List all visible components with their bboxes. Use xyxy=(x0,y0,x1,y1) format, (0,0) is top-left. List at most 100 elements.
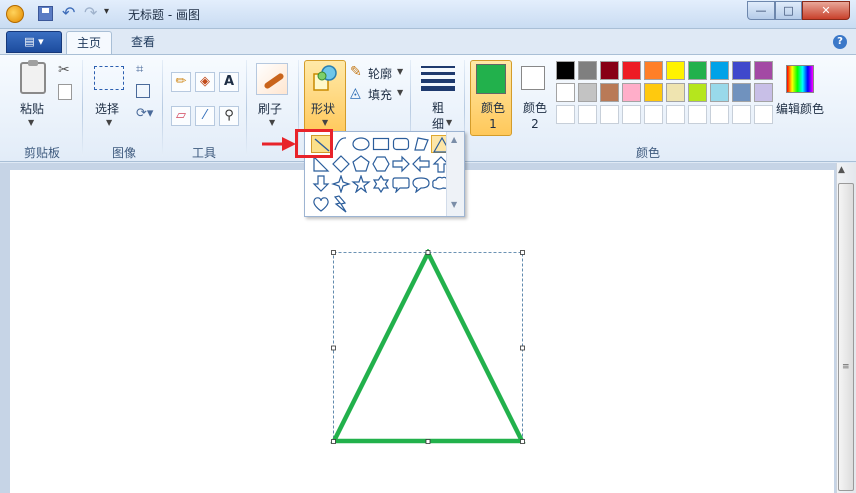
edit-colors-icon[interactable] xyxy=(786,65,814,93)
pencil-icon[interactable]: ✏ xyxy=(171,72,191,92)
select-dropdown-icon[interactable]: ▼ xyxy=(106,118,112,127)
shape-down-arrow-icon[interactable] xyxy=(311,175,331,193)
brush-button-label[interactable]: 刷子 xyxy=(258,100,282,117)
palette-swatch[interactable] xyxy=(644,105,663,124)
palette-swatch[interactable] xyxy=(644,61,663,80)
undo-icon[interactable]: ↶ xyxy=(62,3,75,22)
shape-hexagon-icon[interactable] xyxy=(371,155,391,173)
palette-swatch[interactable] xyxy=(600,83,619,102)
maximize-button[interactable]: □ xyxy=(775,1,802,20)
shape-left-arrow-icon[interactable] xyxy=(411,155,431,173)
select-icon[interactable] xyxy=(94,66,124,90)
outline-button-label[interactable]: 轮廓 xyxy=(368,65,392,82)
shape-heart-icon[interactable] xyxy=(311,195,331,213)
outline-dropdown-icon[interactable]: ▼ xyxy=(397,67,403,76)
brush-icon[interactable] xyxy=(256,63,288,95)
palette-swatch[interactable] xyxy=(688,61,707,80)
palette-swatch[interactable] xyxy=(622,61,641,80)
palette-swatch[interactable] xyxy=(556,105,575,124)
save-icon[interactable] xyxy=(38,6,53,21)
shape-rectangle-icon[interactable] xyxy=(371,135,391,153)
fill-icon[interactable]: ◬ xyxy=(350,85,361,101)
gallery-scroll-up-icon[interactable]: ▲ xyxy=(451,135,457,144)
size-button-label[interactable]: 粗细 xyxy=(430,100,446,132)
palette-swatch[interactable] xyxy=(754,83,773,102)
magnifier-icon[interactable]: ⚲ xyxy=(219,106,239,126)
palette-swatch[interactable] xyxy=(688,83,707,102)
tab-view[interactable]: 查看 xyxy=(120,31,166,53)
palette-swatch[interactable] xyxy=(710,83,729,102)
close-button[interactable]: ✕ xyxy=(802,1,850,20)
palette-swatch[interactable] xyxy=(732,61,751,80)
shape-right-arrow-icon[interactable] xyxy=(391,155,411,173)
palette-swatch[interactable] xyxy=(622,105,641,124)
redo-icon[interactable]: ↷ xyxy=(84,3,97,22)
shape-pentagon-icon[interactable] xyxy=(351,155,371,173)
shape-rounded-callout-icon[interactable] xyxy=(391,175,411,193)
shapes-dropdown-icon[interactable]: ▼ xyxy=(322,118,328,127)
palette-swatch[interactable] xyxy=(600,61,619,80)
shapes-button-label[interactable]: 形状 xyxy=(311,100,335,117)
paste-icon[interactable] xyxy=(20,60,46,94)
palette-swatch[interactable] xyxy=(666,83,685,102)
shape-rounded-rectangle-icon[interactable] xyxy=(391,135,411,153)
color2-label[interactable]: 颜色 2 xyxy=(520,100,550,132)
palette-swatch[interactable] xyxy=(600,105,619,124)
fill-bucket-icon[interactable]: ◈ xyxy=(195,72,215,92)
palette-swatch[interactable] xyxy=(644,83,663,102)
palette-swatch[interactable] xyxy=(578,105,597,124)
rotate-icon[interactable]: ⟳▾ xyxy=(136,106,153,121)
copy-icon[interactable] xyxy=(58,84,72,100)
text-tool-icon[interactable]: A xyxy=(219,72,239,92)
shape-diamond-icon[interactable] xyxy=(331,155,351,173)
color2-swatch[interactable] xyxy=(521,66,545,90)
palette-swatch[interactable] xyxy=(556,83,575,102)
color-picker-icon[interactable]: ⁄ xyxy=(195,106,215,126)
shape-five-point-star-icon[interactable] xyxy=(351,175,371,193)
minimize-button[interactable]: — xyxy=(747,1,775,20)
gallery-scrollbar[interactable]: ▲ ▼ xyxy=(446,132,464,216)
gallery-scroll-down-icon[interactable]: ▼ xyxy=(451,200,457,209)
shape-lightning-icon[interactable] xyxy=(331,195,351,213)
palette-swatch[interactable] xyxy=(732,105,751,124)
cut-icon[interactable]: ✂ xyxy=(58,62,70,78)
resize-icon[interactable] xyxy=(136,84,150,98)
eraser-icon[interactable]: ▱ xyxy=(171,106,191,126)
app-menu-button[interactable]: ▤ ▾ xyxy=(6,31,62,53)
brush-dropdown-icon[interactable]: ▼ xyxy=(269,118,275,127)
help-icon[interactable]: ? xyxy=(833,35,847,49)
paint-app-icon[interactable] xyxy=(6,5,24,23)
scroll-up-icon[interactable]: ▲ xyxy=(838,165,845,175)
palette-swatch[interactable] xyxy=(666,61,685,80)
palette-swatch[interactable] xyxy=(754,61,773,80)
shape-oval-callout-icon[interactable] xyxy=(411,175,431,193)
palette-swatch[interactable] xyxy=(556,61,575,80)
fill-button-label[interactable]: 填充 xyxy=(368,86,392,103)
palette-swatch[interactable] xyxy=(578,83,597,102)
crop-icon[interactable]: ⌗ xyxy=(136,62,143,77)
palette-swatch[interactable] xyxy=(754,105,773,124)
palette-swatch[interactable] xyxy=(710,61,729,80)
shape-six-point-star-icon[interactable] xyxy=(371,175,391,193)
edit-colors-button-label[interactable]: 编辑颜色 xyxy=(776,100,824,117)
palette-swatch[interactable] xyxy=(710,105,729,124)
palette-swatch[interactable] xyxy=(622,83,641,102)
palette-swatch[interactable] xyxy=(732,83,751,102)
outline-icon[interactable]: ✎ xyxy=(350,64,362,80)
customize-toolbar-icon[interactable]: ▾ xyxy=(104,6,109,17)
shape-four-point-star-icon[interactable] xyxy=(331,175,351,193)
size-dropdown-icon[interactable]: ▼ xyxy=(446,118,452,127)
scrollbar-thumb[interactable] xyxy=(838,183,854,491)
triangle-drawing[interactable] xyxy=(330,249,526,445)
select-button-label[interactable]: 选择 xyxy=(95,100,119,117)
palette-swatch[interactable] xyxy=(688,105,707,124)
paste-dropdown-icon[interactable]: ▼ xyxy=(28,118,34,127)
fill-dropdown-icon[interactable]: ▼ xyxy=(397,88,403,97)
shape-oval-icon[interactable] xyxy=(351,135,371,153)
shape-polygon-icon[interactable] xyxy=(411,135,431,153)
palette-swatch[interactable] xyxy=(666,105,685,124)
paste-button-label[interactable]: 粘贴 xyxy=(20,100,44,117)
shape-curve-icon[interactable] xyxy=(331,135,351,153)
palette-swatch[interactable] xyxy=(578,61,597,80)
tab-home[interactable]: 主页 xyxy=(66,31,112,55)
